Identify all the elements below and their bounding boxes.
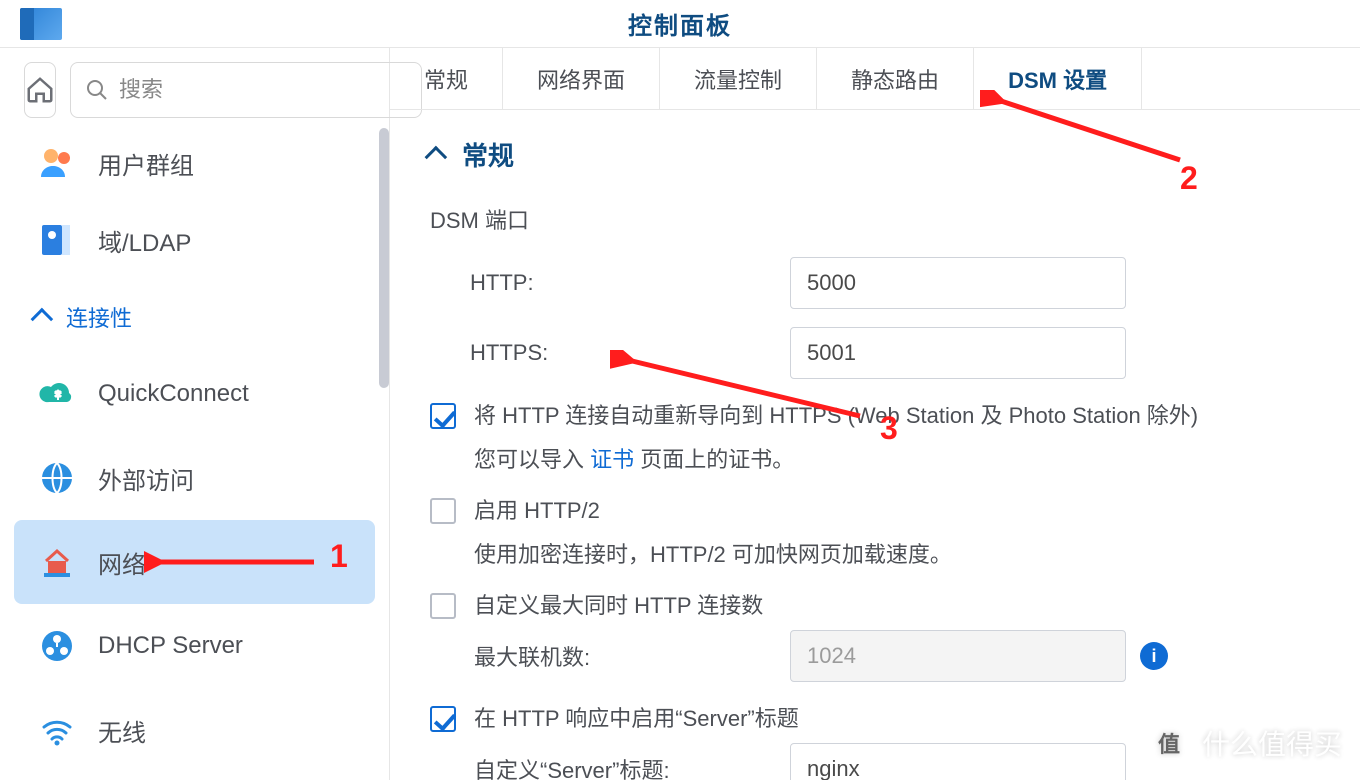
maxconn-input: [790, 630, 1126, 682]
maxconn-label: 自定义最大同时 HTTP 连接数: [474, 589, 763, 622]
port-header: DSM 端口: [430, 203, 1320, 235]
http-label: HTTP:: [470, 270, 790, 296]
watermark-text: 什么值得买: [1202, 723, 1342, 763]
cloud-icon: [36, 373, 78, 415]
sidebar-item-security[interactable]: 安全性: [0, 772, 389, 780]
app-icon: [20, 8, 62, 40]
redirect-https-checkbox[interactable]: [430, 403, 456, 429]
titlebar: 控制面板: [0, 0, 1360, 48]
http2-label: 启用 HTTP/2: [474, 494, 600, 527]
home-button[interactable]: [24, 62, 56, 118]
http2-checkbox[interactable]: [430, 498, 456, 524]
chevron-up-icon: [31, 308, 54, 331]
tab-general[interactable]: 常规: [390, 48, 503, 109]
info-icon[interactable]: i: [1140, 642, 1168, 670]
annotation-number-2: 2: [1180, 160, 1198, 197]
cert-link[interactable]: 证书: [590, 447, 634, 472]
sidebar-list: 用户群组 域/LDAP 连接性 QuickConnect 外部访问: [0, 128, 389, 780]
maxconn-checkbox[interactable]: [430, 593, 456, 619]
redirect-https-label: 将 HTTP 连接自动重新导向到 HTTPS (Web Station 及 Ph…: [474, 399, 1198, 432]
annotation-number-3: 3: [880, 410, 898, 447]
sidebar-item-wireless[interactable]: 无线: [0, 688, 389, 772]
maxconn-field-label: 最大联机数:: [474, 640, 790, 672]
tabs: 常规 网络界面 流量控制 静态路由 DSM 设置: [390, 48, 1360, 110]
sidebar-group-connectivity[interactable]: 连接性: [0, 282, 389, 352]
sidebar-item-dhcp[interactable]: DHCP Server: [0, 604, 389, 688]
sidebar-scrollbar[interactable]: [379, 128, 389, 388]
https-port-input[interactable]: [790, 327, 1126, 379]
annotation-number-1: 1: [330, 538, 348, 575]
tab-static-route[interactable]: 静态路由: [817, 48, 974, 109]
sidebar-item-label: 用户群组: [98, 146, 194, 181]
sidebar-group-label: 连接性: [66, 301, 132, 333]
server-header-checkbox[interactable]: [430, 706, 456, 732]
sidebar-item-label: 域/LDAP: [98, 223, 191, 258]
http-port-input[interactable]: [790, 257, 1126, 309]
dhcp-icon: [36, 625, 78, 667]
search-icon: [85, 78, 109, 102]
network-icon: [36, 541, 78, 583]
sidebar-item-label: 无线: [98, 713, 146, 748]
http2-hint: 使用加密连接时，HTTP/2 可加快网页加载速度。: [474, 537, 1320, 569]
sidebar-item-external-access[interactable]: 外部访问: [0, 436, 389, 520]
sidebar-item-quickconnect[interactable]: QuickConnect: [0, 352, 389, 436]
users-icon: [36, 142, 78, 184]
sidebar-item-label: 网络: [98, 545, 146, 580]
https-label: HTTPS:: [470, 340, 790, 366]
search-input[interactable]: [119, 77, 407, 103]
annotation-arrow-1: [144, 550, 324, 580]
sidebar-item-usergroup[interactable]: 用户群组: [0, 128, 389, 198]
tab-dsm-settings[interactable]: DSM 设置: [974, 48, 1142, 109]
sidebar-item-label: 外部访问: [98, 461, 194, 496]
sidebar: 用户群组 域/LDAP 连接性 QuickConnect 外部访问: [0, 48, 390, 780]
http2-row[interactable]: 启用 HTTP/2: [430, 494, 1320, 527]
custom-server-input[interactable]: [790, 743, 1126, 780]
watermark-icon: 值: [1146, 720, 1192, 766]
tab-interface[interactable]: 网络界面: [503, 48, 660, 109]
globe-icon: [36, 457, 78, 499]
wifi-icon: [36, 709, 78, 751]
window-title: 控制面板: [62, 6, 1298, 41]
custom-server-label: 自定义“Server”标题:: [474, 753, 790, 780]
sidebar-item-network[interactable]: 网络 1: [14, 520, 375, 604]
ldap-icon: [36, 219, 78, 261]
maxconn-row[interactable]: 自定义最大同时 HTTP 连接数: [430, 589, 1320, 622]
search-box[interactable]: [70, 62, 422, 118]
settings-panel: 常规 DSM 端口 HTTP: HTTPS: 将 HTTP 连接自动重新导向到 …: [390, 110, 1360, 780]
chevron-up-icon: [425, 145, 448, 168]
tab-traffic[interactable]: 流量控制: [660, 48, 817, 109]
server-header-label: 在 HTTP 响应中启用“Server”标题: [474, 702, 799, 735]
content: 常规 网络界面 流量控制 静态路由 DSM 设置 2 常规 DSM 端口 HTT…: [390, 48, 1360, 780]
sidebar-item-ldap[interactable]: 域/LDAP: [0, 198, 389, 282]
sidebar-item-label: DHCP Server: [98, 632, 243, 660]
sidebar-item-label: QuickConnect: [98, 380, 249, 408]
home-icon: [25, 75, 55, 105]
redirect-https-row[interactable]: 将 HTTP 连接自动重新导向到 HTTPS (Web Station 及 Ph…: [430, 399, 1320, 432]
watermark: 值 什么值得买: [1146, 720, 1342, 766]
section-title: 常规: [462, 136, 514, 173]
